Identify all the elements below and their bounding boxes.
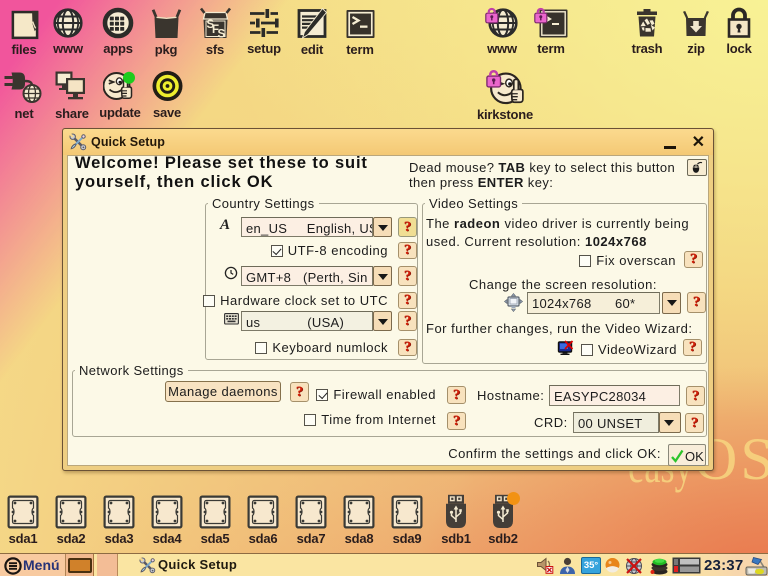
svg-text:S: S bbox=[217, 29, 225, 41]
svg-text:A: A bbox=[219, 218, 230, 231]
